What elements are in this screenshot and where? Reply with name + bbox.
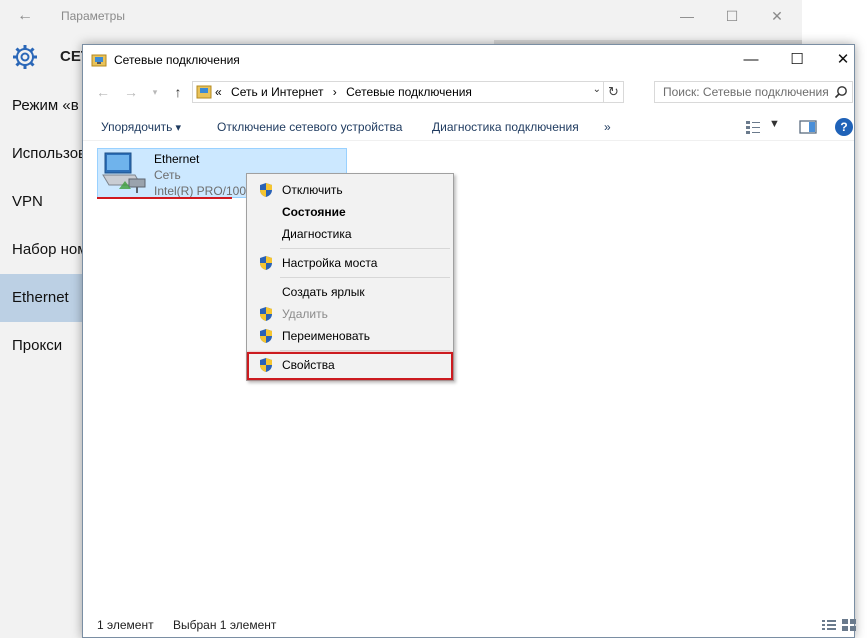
connections-list: Ethernet Сеть Intel(R) PRO/1000: [83, 142, 854, 609]
menu-item-disable[interactable]: Отключить: [249, 179, 451, 201]
menu-item-label: Отключить: [282, 183, 343, 197]
breadcrumb-network-internet[interactable]: Сеть и Интернет: [231, 85, 323, 99]
menu-item-bridge[interactable]: Настройка моста: [249, 252, 451, 274]
breadcrumb-separator[interactable]: ›: [333, 85, 337, 99]
settings-title: Параметры: [61, 9, 125, 23]
uac-shield-icon: [260, 256, 272, 270]
up-icon[interactable]: ↑: [167, 81, 189, 103]
gear-icon: [13, 45, 37, 69]
back-icon[interactable]: ←: [92, 81, 114, 103]
menu-item-label: Удалить: [282, 307, 328, 321]
preview-pane-icon[interactable]: [799, 119, 817, 135]
close-icon[interactable]: ✕: [820, 45, 866, 75]
nav-item-proxy[interactable]: Прокси: [0, 322, 82, 370]
breadcrumb: « Сеть и Интернет › Сетевые подключения: [215, 85, 478, 99]
search-input[interactable]: [655, 82, 831, 102]
menu-item-status[interactable]: Состояние: [249, 201, 451, 223]
refresh-icon[interactable]: ↻: [603, 82, 623, 102]
network-folder-icon: [91, 54, 107, 67]
context-menu: Отключить Состояние Диагностика Настройк…: [246, 173, 454, 381]
more-commands-button[interactable]: »: [604, 120, 611, 134]
disable-device-button[interactable]: Отключение сетевого устройства: [217, 120, 402, 134]
item-count: 1 элемент: [97, 618, 154, 632]
change-view-icon[interactable]: [745, 119, 761, 135]
annotation-highlight-box: [247, 352, 453, 380]
maximize-icon[interactable]: ☐: [717, 6, 747, 26]
menu-item-label: Диагностика: [282, 227, 352, 241]
nav-item-vpn[interactable]: VPN: [0, 178, 82, 226]
menu-separator: [280, 277, 450, 278]
large-icons-view-icon[interactable]: [841, 618, 857, 632]
connection-network: Сеть: [154, 168, 181, 182]
window-title: Сетевые подключения: [114, 53, 240, 67]
back-arrow-icon[interactable]: ←: [14, 6, 36, 26]
selection-count: Выбран 1 элемент: [173, 618, 277, 632]
address-bar[interactable]: « Сеть и Интернет › Сетевые подключения …: [192, 81, 624, 103]
diagnose-button[interactable]: Диагностика подключения: [432, 120, 579, 134]
chevron-down-icon[interactable]: ⌄: [593, 84, 601, 95]
uac-shield-icon: [260, 329, 272, 343]
network-folder-icon: [196, 85, 212, 99]
nav-item-data-usage[interactable]: Использов: [0, 130, 82, 178]
recent-dropdown-icon[interactable]: ▾: [144, 81, 166, 103]
annotation-underline: [97, 197, 232, 199]
menu-separator: [280, 248, 450, 249]
network-connections-window: Сетевые подключения — ☐ ✕ ← → ▾ ↑ « Сеть…: [82, 44, 857, 638]
window-titlebar: Сетевые подключения — ☐ ✕: [83, 45, 854, 75]
minimize-icon[interactable]: —: [728, 45, 774, 75]
uac-shield-icon: [260, 307, 272, 321]
menu-item-label: Состояние: [282, 205, 346, 219]
status-bar: 1 элемент Выбран 1 элемент: [83, 615, 857, 637]
menu-separator: [280, 350, 450, 351]
menu-item-label: Создать ярлык: [282, 285, 365, 299]
search-box[interactable]: [654, 81, 853, 103]
menu-item-delete[interactable]: Удалить: [249, 303, 451, 325]
minimize-icon[interactable]: —: [672, 6, 702, 26]
forward-icon[interactable]: →: [120, 81, 142, 103]
maximize-icon[interactable]: ☐: [774, 45, 820, 75]
nav-item-ethernet[interactable]: Ethernet: [0, 274, 82, 322]
network-adapter-icon: [102, 152, 146, 193]
address-row: ← → ▾ ↑ « Сеть и Интернет › Сетевые подк…: [83, 79, 854, 105]
command-bar: Упорядочить Отключение сетевого устройст…: [83, 113, 854, 141]
organize-button[interactable]: Упорядочить: [101, 120, 181, 134]
menu-item-diagnose[interactable]: Диагностика: [249, 223, 451, 245]
menu-item-label: Переименовать: [282, 329, 370, 343]
connection-name: Ethernet: [154, 152, 200, 166]
menu-item-label: Настройка моста: [282, 256, 378, 270]
breadcrumb-network-connections[interactable]: Сетевые подключения: [346, 85, 472, 99]
nav-item-airplane[interactable]: Режим «в: [0, 82, 82, 130]
help-icon[interactable]: ?: [835, 118, 853, 136]
settings-titlebar: ← Параметры — ☐ ✕: [0, 0, 802, 32]
uac-shield-icon: [260, 183, 272, 197]
chevron-down-icon[interactable]: ▼: [769, 118, 780, 130]
details-view-icon[interactable]: [821, 618, 837, 632]
menu-item-rename[interactable]: Переименовать: [249, 325, 451, 347]
breadcrumb-overflow[interactable]: «: [215, 85, 222, 99]
connection-device: Intel(R) PRO/1000: [154, 184, 253, 198]
menu-item-create-shortcut[interactable]: Создать ярлык: [249, 281, 451, 303]
nav-item-dialup[interactable]: Набор ном: [0, 226, 82, 274]
close-icon[interactable]: ✕: [762, 6, 792, 26]
search-icon[interactable]: [834, 85, 848, 99]
